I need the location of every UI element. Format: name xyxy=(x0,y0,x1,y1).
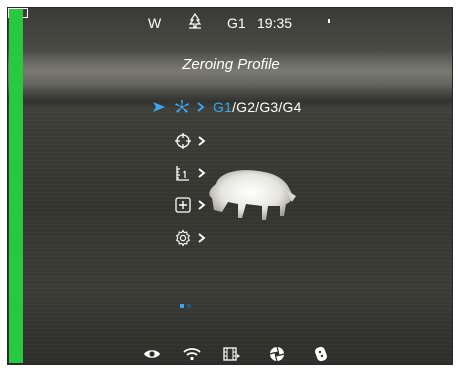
battery-tip xyxy=(328,19,330,23)
bottom-status-bar xyxy=(8,345,452,363)
chevron-right-icon xyxy=(198,134,208,148)
zeroing-fan-icon xyxy=(173,98,191,116)
menu-item-distance[interactable] xyxy=(174,163,208,183)
menu-item-zeroing[interactable] xyxy=(174,131,208,151)
battery-icon xyxy=(8,8,28,363)
remote-icon xyxy=(311,345,331,363)
field-texture xyxy=(8,108,452,364)
chevron-right-icon xyxy=(198,198,208,212)
menu-title: Zeroing Profile xyxy=(182,56,280,73)
recording-icon xyxy=(222,345,242,363)
menu-item-settings[interactable] xyxy=(174,228,208,248)
chevron-right-icon xyxy=(198,166,208,180)
page-dot-inactive xyxy=(187,304,191,308)
active-profile-label: G1 xyxy=(227,15,246,31)
clock: 19:35 xyxy=(257,15,293,31)
wind-indicator: W xyxy=(148,15,162,31)
settings-gear-icon xyxy=(174,229,192,247)
tree-icon xyxy=(187,12,203,33)
menu-item-add[interactable] xyxy=(174,195,208,215)
chevron-right-icon xyxy=(197,100,207,114)
page-indicator xyxy=(180,304,191,308)
menu-item-zeroing-profile[interactable]: G1/G2/G3/G4 xyxy=(153,97,302,117)
crosshair-icon xyxy=(174,132,192,150)
profile-active: G1 xyxy=(213,99,233,115)
eye-icon xyxy=(142,345,162,363)
thermal-viewfinder: W G1 19:35 Zeroing Profile G1/G2/G3/G4 xyxy=(7,7,453,365)
shutter-icon xyxy=(267,345,287,363)
boar-thermal-silhouette xyxy=(209,170,296,220)
selection-cursor-icon xyxy=(153,100,167,114)
add-square-icon xyxy=(174,196,192,214)
profile-list: G1/G2/G3/G4 xyxy=(213,99,302,115)
wifi-icon xyxy=(182,345,202,363)
page-dot-active xyxy=(180,304,184,308)
ruler-icon xyxy=(174,164,192,182)
chevron-right-icon xyxy=(198,231,208,245)
profile-others: /G2/G3/G4 xyxy=(232,99,302,115)
